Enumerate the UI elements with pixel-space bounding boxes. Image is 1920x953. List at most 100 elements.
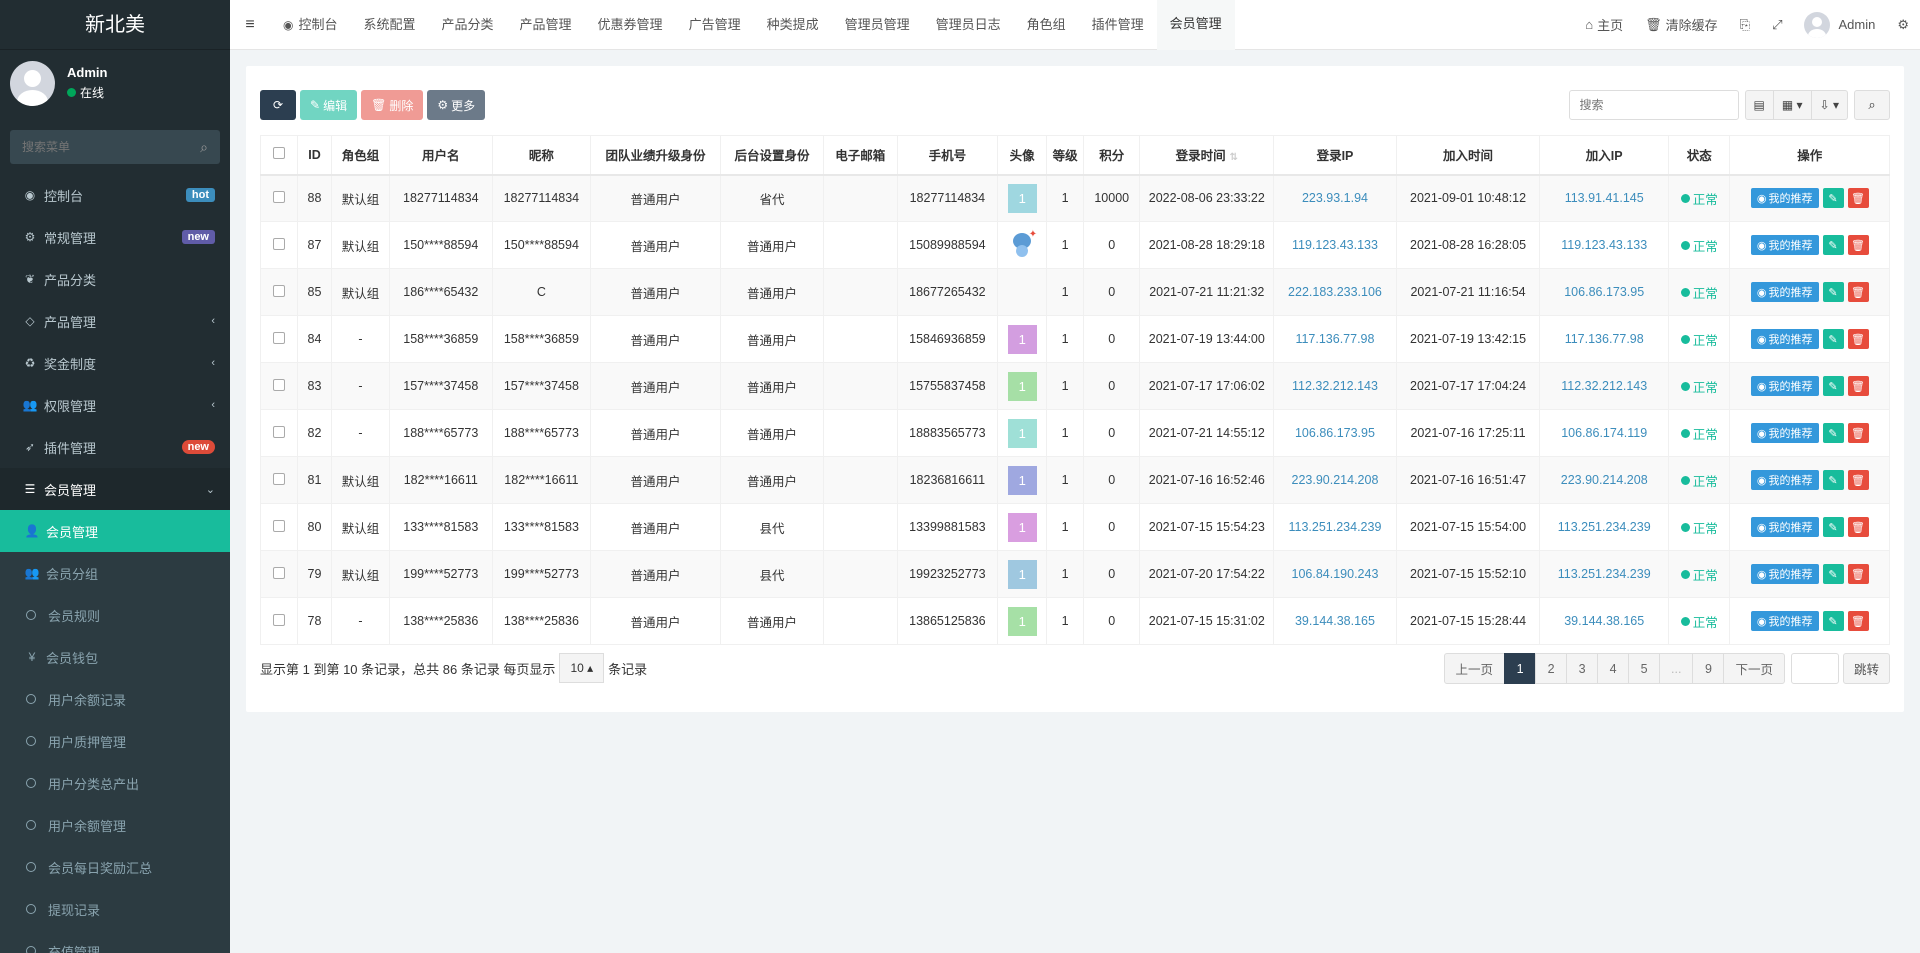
my-recommend-button[interactable]: ◉ 我的推荐: [1750, 517, 1819, 537]
page-size-dropdown[interactable]: 10 ▴: [559, 653, 605, 683]
column-header[interactable]: 头像: [997, 135, 1048, 176]
sidebar-item[interactable]: ◉ 控制台 hot: [0, 174, 230, 216]
ip-link[interactable]: 113.251.234.239: [1289, 520, 1382, 534]
nav-tab[interactable]: 优惠券管理: [585, 0, 676, 50]
sidebar-item[interactable]: ⚙ 常规管理 new: [0, 216, 230, 258]
nav-tab[interactable]: 会员管理: [1156, 0, 1235, 50]
column-header[interactable]: 积分: [1083, 135, 1141, 176]
brand-logo[interactable]: 新北美: [0, 0, 230, 50]
my-recommend-button[interactable]: ◉ 我的推荐: [1750, 470, 1819, 490]
refresh-button[interactable]: ⟳: [260, 90, 296, 120]
ip-link[interactable]: 119.123.43.133: [1561, 238, 1647, 252]
edit-row-pencil-icon[interactable]: ✎: [1822, 611, 1844, 631]
ip-link[interactable]: 106.86.173.95: [1295, 426, 1375, 440]
edit-row-pencil-icon[interactable]: ✎: [1822, 235, 1844, 255]
ip-link[interactable]: 106.84.190.243: [1292, 567, 1379, 581]
delete-row-trash-icon[interactable]: 🗑: [1847, 188, 1869, 209]
select-all-checkbox[interactable]: [272, 147, 285, 160]
delete-row-trash-icon[interactable]: 🗑: [1847, 470, 1869, 490]
my-recommend-button[interactable]: ◉ 我的推荐: [1750, 188, 1819, 209]
sidebar-item[interactable]: ¥ 会员钱包: [0, 636, 230, 678]
column-header[interactable]: 加入时间: [1395, 135, 1541, 176]
nav-tab[interactable]: 管理员日志: [923, 0, 1014, 50]
home-link[interactable]: ⌂ 主页: [1574, 15, 1634, 34]
page-button[interactable]: 4: [1597, 653, 1630, 684]
sidebar-item[interactable]: 👤 会员管理: [0, 510, 230, 552]
sidebar-item[interactable]: 用户余额管理: [0, 804, 230, 846]
row-checkbox[interactable]: [272, 378, 285, 391]
ip-link[interactable]: 119.123.43.133: [1292, 238, 1378, 252]
ip-link[interactable]: 39.144.38.165: [1564, 614, 1644, 628]
column-header[interactable]: 角色组: [331, 135, 390, 176]
ip-link[interactable]: 223.93.1.94: [1302, 191, 1368, 205]
delete-row-trash-icon[interactable]: 🗑: [1847, 376, 1869, 396]
my-recommend-button[interactable]: ◉ 我的推荐: [1750, 235, 1819, 255]
sidebar-item[interactable]: 用户分类总产出: [0, 762, 230, 804]
ip-link[interactable]: 222.183.233.106: [1288, 285, 1382, 299]
sidebar-item[interactable]: 会员每日奖励汇总: [0, 846, 230, 888]
nav-tab[interactable]: 管理员管理: [832, 0, 923, 50]
sort-icon[interactable]: ⇅: [1230, 152, 1238, 163]
edit-row-pencil-icon[interactable]: ✎: [1822, 423, 1844, 443]
page-button[interactable]: 3: [1566, 653, 1599, 684]
sidebar-item[interactable]: ☰ 会员管理 ⌄: [0, 468, 230, 510]
row-checkbox[interactable]: [272, 613, 285, 626]
ip-link[interactable]: 112.32.212.143: [1561, 379, 1647, 393]
sidebar-item[interactable]: 提现记录: [0, 888, 230, 930]
export-dropdown[interactable]: ⇩ ▾: [1810, 90, 1848, 120]
ip-link[interactable]: 117.136.77.98: [1565, 332, 1644, 346]
search-icon[interactable]: ⌕: [200, 139, 208, 156]
edit-row-pencil-icon[interactable]: ✎: [1822, 376, 1844, 396]
ip-link[interactable]: 106.86.173.95: [1564, 285, 1644, 299]
language-icon[interactable]: ⎘: [1729, 17, 1761, 33]
column-header[interactable]: 状态: [1668, 135, 1731, 176]
column-header[interactable]: 手机号: [896, 135, 999, 176]
my-recommend-button[interactable]: ◉ 我的推荐: [1750, 329, 1819, 349]
edit-button[interactable]: ✎ 编辑: [300, 90, 358, 120]
sidebar-item[interactable]: ❦ 产品分类: [0, 258, 230, 300]
ip-link[interactable]: 39.144.38.165: [1295, 614, 1375, 628]
column-header[interactable]: 电子邮箱: [822, 135, 898, 176]
settings-gear-icon[interactable]: ⚙: [1886, 17, 1920, 33]
my-recommend-button[interactable]: ◉ 我的推荐: [1750, 564, 1819, 584]
next-page-button[interactable]: 下一页: [1723, 653, 1785, 684]
sidebar-item[interactable]: ♻ 奖金制度 ‹: [0, 342, 230, 384]
sidebar-item[interactable]: 用户余额记录: [0, 678, 230, 720]
nav-tab[interactable]: 产品分类: [429, 0, 507, 50]
fullscreen-icon[interactable]: ⤢: [1761, 17, 1793, 33]
my-recommend-button[interactable]: ◉ 我的推荐: [1750, 423, 1819, 443]
my-recommend-button[interactable]: ◉ 我的推荐: [1750, 376, 1819, 396]
delete-row-trash-icon[interactable]: 🗑: [1847, 517, 1869, 537]
search-toggle-icon[interactable]: ⌕: [1854, 90, 1890, 120]
nav-tab[interactable]: 系统配置: [351, 0, 429, 50]
row-checkbox[interactable]: [272, 472, 285, 485]
column-header[interactable]: 用户名: [388, 135, 493, 176]
column-header[interactable]: 后台设置身份: [719, 135, 824, 176]
column-header[interactable]: 操作: [1729, 135, 1890, 176]
my-recommend-button[interactable]: ◉ 我的推荐: [1750, 282, 1819, 302]
delete-row-trash-icon[interactable]: 🗑: [1847, 611, 1869, 631]
edit-row-pencil-icon[interactable]: ✎: [1822, 329, 1844, 349]
column-header[interactable]: 登录时间 ⇅: [1139, 135, 1275, 176]
sidebar-item[interactable]: 用户质押管理: [0, 720, 230, 762]
ip-link[interactable]: 112.32.212.143: [1292, 379, 1378, 393]
columns-dropdown[interactable]: ▦ ▾: [1772, 90, 1812, 120]
toggle-view-icon[interactable]: ▤: [1744, 90, 1774, 120]
edit-row-pencil-icon[interactable]: ✎: [1822, 188, 1844, 209]
nav-tab[interactable]: 广告管理: [676, 0, 754, 50]
nav-tab[interactable]: 产品管理: [507, 0, 585, 50]
row-checkbox[interactable]: [272, 284, 285, 297]
sidebar-toggle-icon[interactable]: ≡: [230, 16, 270, 34]
delete-row-trash-icon[interactable]: 🗑: [1847, 423, 1869, 443]
column-header[interactable]: 等级: [1046, 135, 1085, 176]
sidebar-item[interactable]: ➶ 插件管理 new: [0, 426, 230, 468]
table-search-input[interactable]: [1568, 90, 1739, 120]
jump-button[interactable]: 跳转: [1842, 653, 1890, 684]
row-checkbox[interactable]: [272, 566, 285, 579]
page-button[interactable]: 9: [1692, 653, 1725, 684]
column-header[interactable]: 登录IP: [1273, 135, 1397, 176]
jump-page-input[interactable]: [1790, 653, 1839, 684]
page-button[interactable]: 1: [1504, 653, 1537, 684]
menu-search-input[interactable]: [22, 140, 172, 154]
delete-button[interactable]: 🗑 删除: [361, 90, 424, 120]
